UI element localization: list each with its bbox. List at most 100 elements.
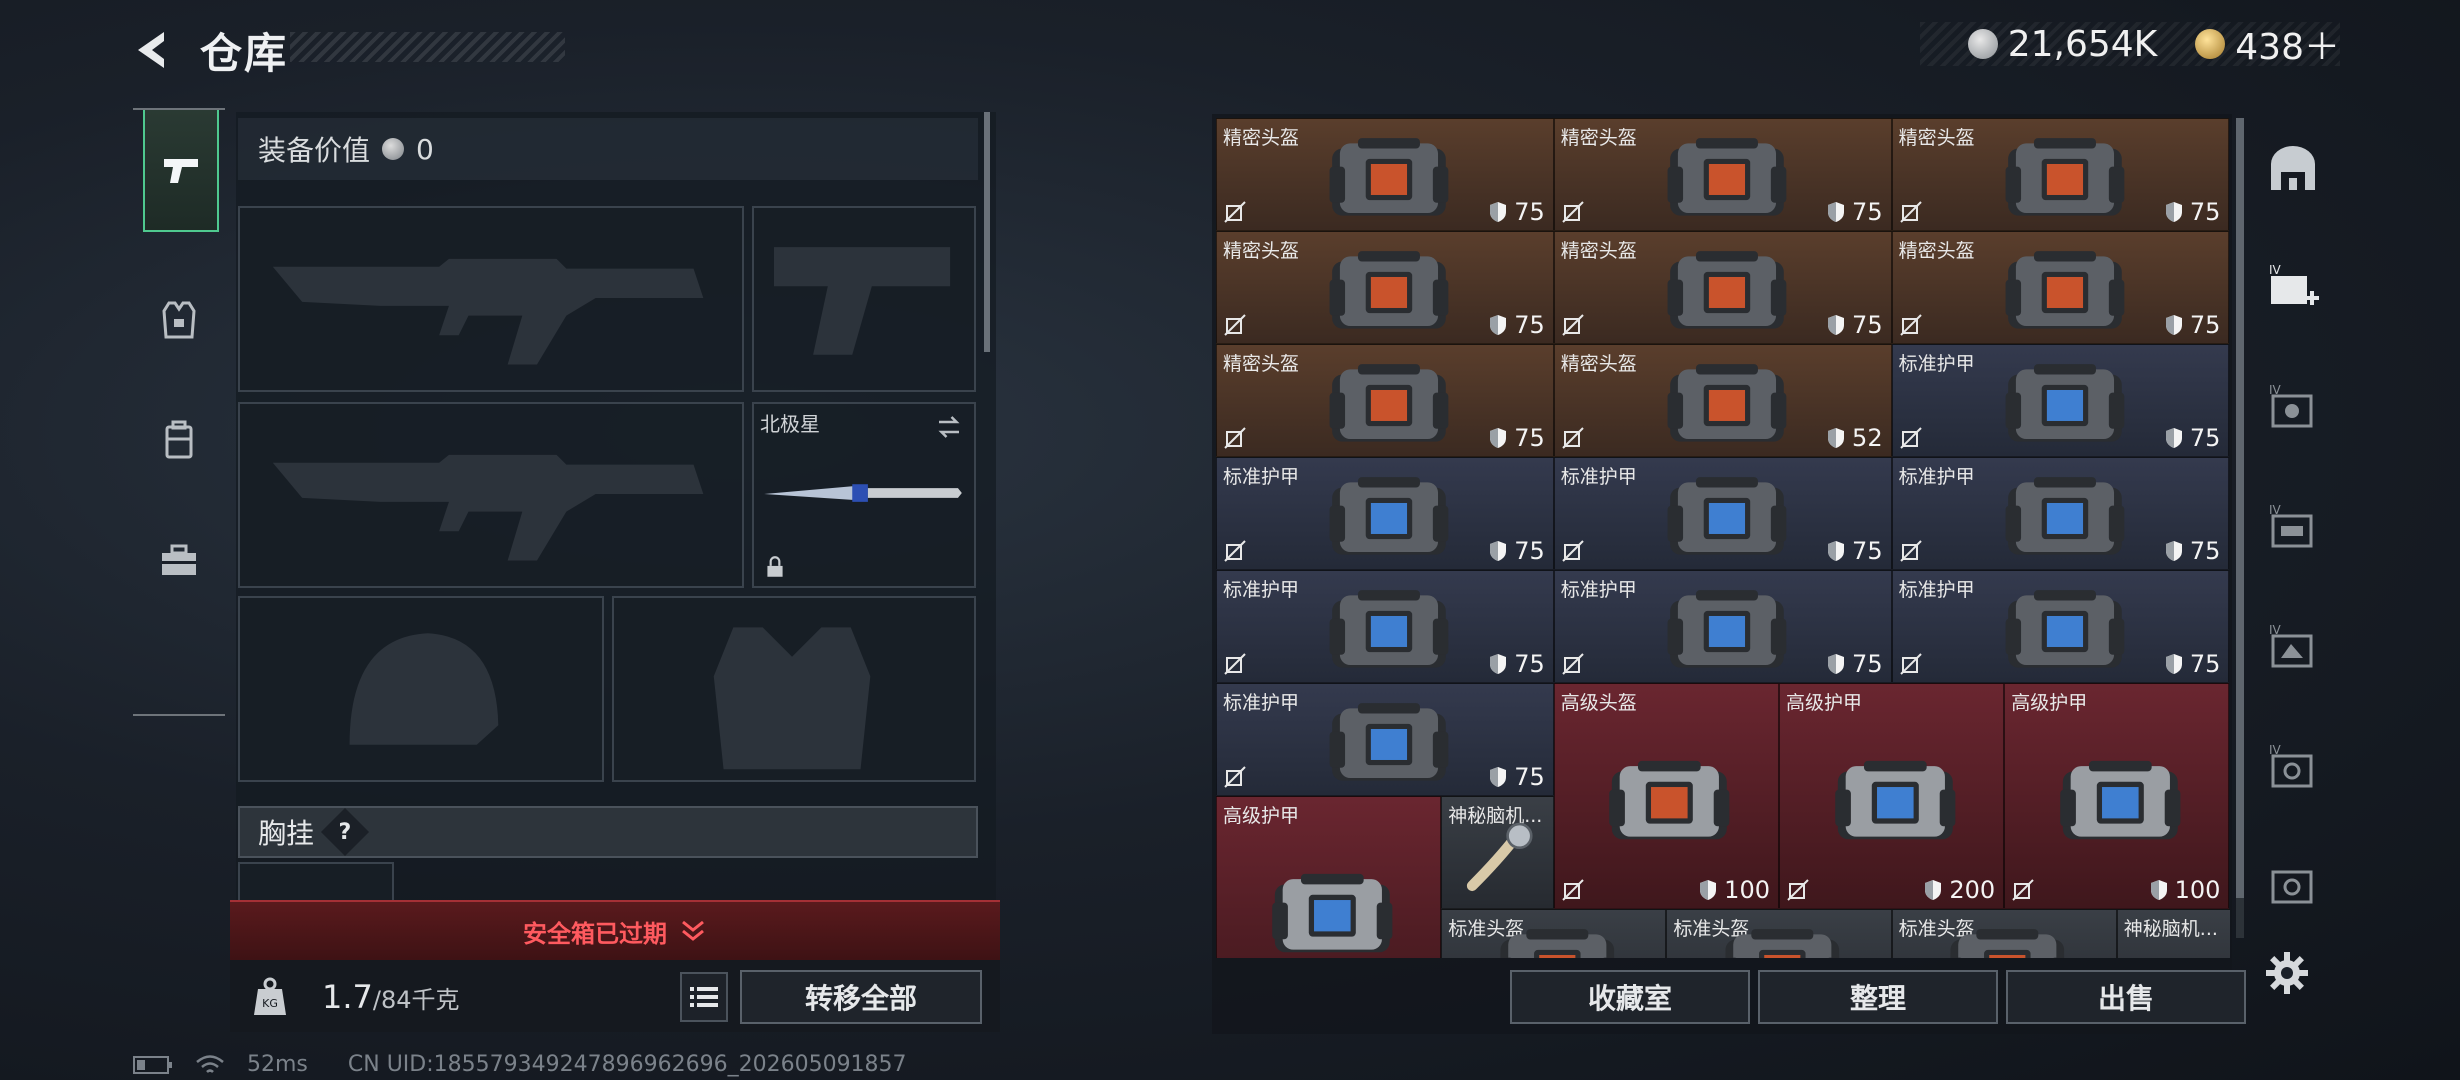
- storage-item[interactable]: 标准头盔: [1891, 909, 2117, 958]
- durability-shield-icon: [1490, 202, 1507, 222]
- storage-item[interactable]: 标准护甲 75: [1891, 457, 2230, 570]
- helmet-box-icon: [1329, 363, 1449, 442]
- storage-item[interactable]: 标准护甲 75: [1891, 344, 2230, 457]
- transfer-all-button[interactable]: 转移全部: [740, 970, 982, 1024]
- storage-item[interactable]: 精密头盔 75: [1216, 344, 1554, 457]
- storage-item[interactable]: 神秘脑机...: [1441, 796, 1554, 909]
- no-insure-icon: [1562, 427, 1584, 449]
- back-arrow-icon[interactable]: [130, 26, 178, 74]
- storage-scrollbar[interactable]: [2236, 118, 2244, 898]
- armor-slot[interactable]: [612, 596, 976, 782]
- helmet-box-icon: [1667, 250, 1787, 329]
- sell-button[interactable]: 出售: [2006, 970, 2246, 1024]
- durability-shield-icon: [2165, 202, 2182, 222]
- storage-item[interactable]: 标准护甲 75: [1216, 457, 1554, 570]
- rifle-silhouette-icon: [272, 454, 704, 561]
- storage-item[interactable]: 精密头盔 75: [1553, 118, 1892, 231]
- side-tab-expansion-2[interactable]: IV: [2258, 478, 2328, 578]
- svg-text:IV: IV: [2269, 263, 2282, 277]
- helmet-slot[interactable]: [238, 596, 604, 782]
- storage-item[interactable]: 标准护甲 75: [1553, 457, 1892, 570]
- tab-armor[interactable]: [143, 260, 215, 380]
- item-name: 标准护甲: [1560, 466, 1637, 488]
- help-icon[interactable]: ?: [320, 807, 370, 857]
- loadout-scrollbar[interactable]: [984, 112, 990, 352]
- storage-item[interactable]: 标准护甲 75: [1553, 570, 1892, 683]
- item-name: 标准护甲: [1898, 353, 1975, 375]
- list-icon: [690, 987, 718, 1007]
- carry-weight: 1.7/84千克: [322, 978, 460, 1016]
- side-tab-expansion-5[interactable]: [2258, 834, 2328, 934]
- storage-item[interactable]: 标准护甲 75: [1891, 570, 2230, 683]
- chest-rig-header[interactable]: 胸挂 ?: [238, 806, 978, 858]
- list-view-button[interactable]: [680, 972, 728, 1022]
- helmet-box-icon: [1724, 928, 1841, 958]
- durability-shield-icon: [1828, 202, 1845, 222]
- durability-shield-icon: [1490, 767, 1507, 787]
- storage-item[interactable]: 标准头盔: [1666, 909, 1892, 958]
- durability-value: 75: [1826, 650, 1883, 678]
- chest-rig-slot[interactable]: [238, 862, 394, 902]
- storage-item[interactable]: 高级头盔 100: [1553, 683, 1779, 909]
- pistol-slot[interactable]: [752, 206, 976, 392]
- durability-value: 75: [2164, 424, 2220, 452]
- helmet-box-icon: [2005, 250, 2125, 329]
- storage-item[interactable]: 精密头盔 52: [1553, 344, 1892, 457]
- storage-item[interactable]: 标准护甲 75: [1216, 683, 1554, 796]
- storage-item[interactable]: 精密头盔 75: [1216, 231, 1554, 344]
- settings-gear-icon[interactable]: [2264, 950, 2310, 996]
- durability-shield-icon: [2165, 654, 2182, 674]
- no-insure-icon: [2012, 879, 2034, 901]
- tab-backpack[interactable]: [143, 380, 215, 500]
- svg-text:IV: IV: [2269, 503, 2282, 517]
- helmet-box-icon: [1609, 761, 1730, 840]
- title-decoration: [290, 32, 565, 62]
- status-bar: 52ms CN UID:1855793492478969626​96_20260…: [133, 1052, 907, 1077]
- brain-device-icon: [1466, 822, 1533, 891]
- storage-item[interactable]: 神秘脑机...: [2116, 909, 2230, 958]
- storage-item[interactable]: 精密头盔 75: [1891, 118, 2230, 231]
- double-chevron-down-icon: [682, 920, 704, 941]
- pistol-silhouette-icon: [773, 247, 951, 355]
- storage-item[interactable]: 精密头盔 75: [1216, 118, 1554, 231]
- storage-item[interactable]: 高级护甲 100: [2004, 683, 2230, 909]
- vest-silhouette-icon: [713, 627, 871, 770]
- no-insure-icon: [1224, 201, 1246, 223]
- organize-button[interactable]: 整理: [1758, 970, 1998, 1024]
- durability-value: 75: [1826, 198, 1883, 226]
- durability-shield-icon: [2165, 315, 2182, 335]
- armor-box-icon: [1271, 874, 1392, 953]
- backpack-icon: [165, 420, 193, 459]
- armor-box-icon: [1329, 589, 1449, 668]
- no-insure-icon: [1562, 653, 1584, 675]
- side-tab-expansion-1[interactable]: IV: [2258, 358, 2328, 458]
- expansion-box-icon: IV: [2269, 623, 2313, 668]
- storage-item[interactable]: 高级护甲: [1216, 796, 1442, 958]
- side-tab-warehouse[interactable]: [2258, 120, 2328, 220]
- armor-box-icon: [2005, 363, 2125, 442]
- silver-coin-icon: [382, 138, 405, 160]
- armor-box-icon: [1834, 761, 1955, 840]
- secondary-weapon-slot[interactable]: [238, 402, 744, 588]
- storage-item[interactable]: 标准头盔: [1441, 909, 1667, 958]
- storage-item[interactable]: 精密头盔 75: [1891, 231, 2230, 344]
- tab-weapons[interactable]: [143, 110, 219, 232]
- collection-room-button[interactable]: 收藏室: [1510, 970, 1750, 1024]
- helmet-box-icon: [1667, 363, 1787, 442]
- silver-amount: 21,654K: [2007, 23, 2158, 65]
- swap-icon[interactable]: [934, 412, 964, 442]
- durability-value: 75: [2164, 537, 2220, 565]
- storage-item[interactable]: 标准护甲 75: [1216, 570, 1554, 683]
- tab-case[interactable]: [143, 500, 215, 620]
- storage-item[interactable]: 精密头盔 75: [1553, 231, 1892, 344]
- safe-box-expired-banner[interactable]: 安全箱已过期: [230, 900, 1000, 960]
- durability-value: 75: [2164, 311, 2220, 339]
- side-tab-expansion-3[interactable]: IV: [2258, 598, 2328, 698]
- primary-weapon-slot[interactable]: [238, 206, 744, 392]
- storage-item[interactable]: 高级护甲 200: [1779, 683, 2005, 909]
- helmet-box-icon: [1667, 137, 1787, 216]
- no-insure-icon: [1562, 879, 1584, 901]
- side-tab-expansion-4[interactable]: IV: [2258, 718, 2328, 818]
- side-tab-add-expansion[interactable]: IV: [2258, 238, 2328, 338]
- durability-shield-icon: [2165, 541, 2182, 561]
